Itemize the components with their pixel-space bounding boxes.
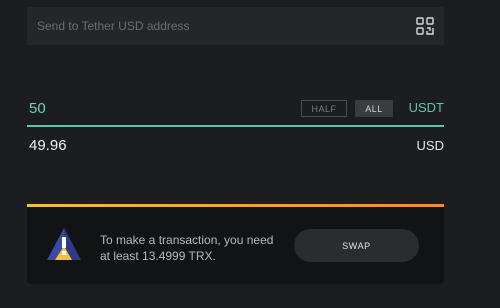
all-button[interactable]: ALL bbox=[355, 100, 393, 117]
qr-scan-icon[interactable] bbox=[416, 17, 434, 35]
warning-card: To make a transaction, you need at least… bbox=[27, 204, 444, 284]
converted-value: 49.96 bbox=[29, 137, 67, 154]
amount-currency: USDT bbox=[408, 100, 444, 115]
amount-row: 50 HALF ALL USDT bbox=[27, 96, 444, 126]
warning-triangle-icon bbox=[45, 226, 83, 264]
warning-message: To make a transaction, you need at least… bbox=[100, 233, 274, 263]
address-placeholder: Send to Tether USD address bbox=[37, 19, 190, 33]
warning-accent-bar bbox=[27, 204, 444, 207]
converted-currency: USD bbox=[416, 138, 444, 153]
amount-input[interactable]: 50 bbox=[29, 100, 46, 117]
swap-button[interactable]: SWAP bbox=[294, 229, 419, 262]
converted-row: 49.96 USD bbox=[27, 136, 444, 160]
amount-divider bbox=[27, 125, 444, 127]
address-input[interactable]: Send to Tether USD address bbox=[27, 7, 444, 45]
half-button[interactable]: HALF bbox=[301, 100, 347, 117]
